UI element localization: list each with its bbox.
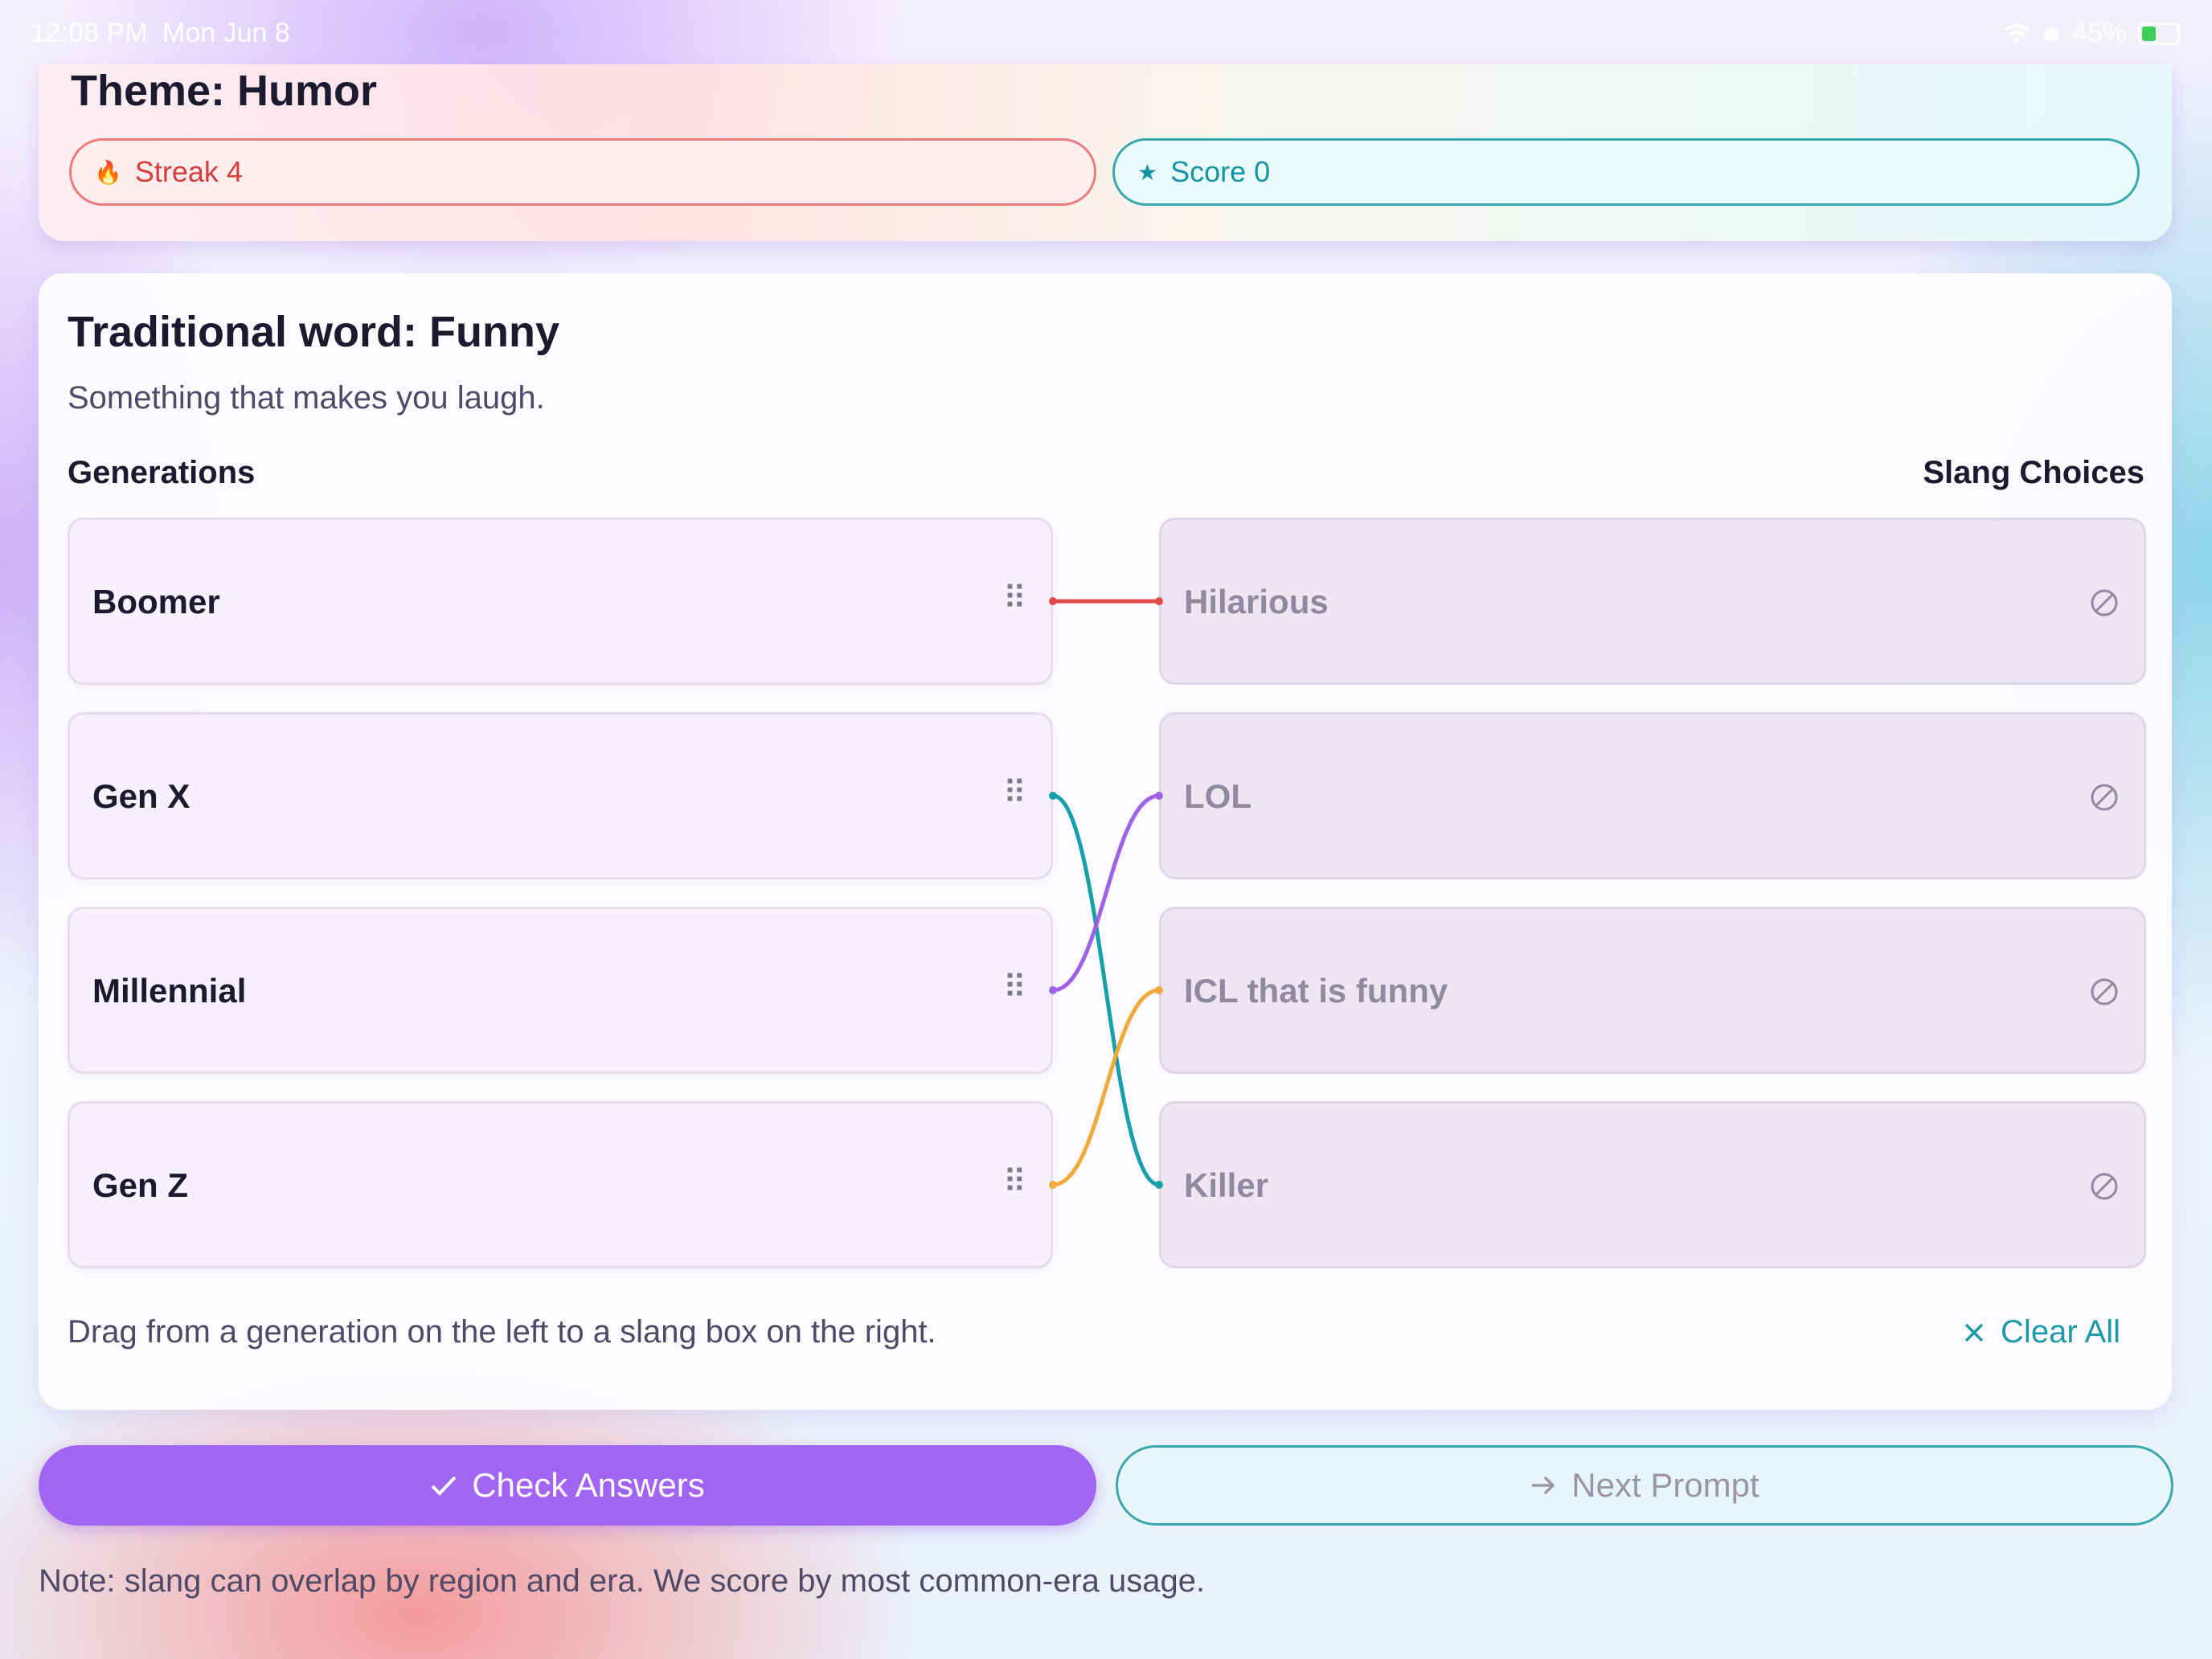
next-prompt-button[interactable]: Next Prompt [1116, 1445, 2173, 1526]
slang-item-killer[interactable]: Killer [1159, 1101, 2146, 1268]
generation-label: Boomer [92, 583, 220, 621]
drag-handle-icon[interactable]: ⠿ [1003, 583, 1026, 615]
battery-percent: 45% [2071, 18, 2127, 48]
flame-icon: 🔥 [94, 159, 122, 185]
slang-label: LOL [1184, 777, 1251, 815]
slang-label: Hilarious [1184, 583, 1329, 621]
streak-badge: 🔥 Streak 4 [69, 138, 1096, 206]
drag-hint: Drag from a generation on the left to a … [68, 1314, 936, 1350]
generation-label: Millennial [92, 972, 247, 1010]
status-bar: 12:08 PM Mon Jun 8 45% [0, 0, 2212, 64]
slang-item-lol[interactable]: LOL [1159, 712, 2146, 879]
wifi-icon [2003, 23, 2030, 43]
slang-item-hilarious[interactable]: Hilarious [1159, 518, 2146, 685]
prompt-definition: Something that makes you laugh. [68, 380, 545, 416]
disabled-icon [2091, 589, 2118, 616]
theme-title: Theme: Humor [71, 67, 378, 115]
disabled-icon [2091, 978, 2118, 1006]
generation-item-boomer[interactable]: Boomer ⠿ [68, 518, 1053, 685]
drag-handle-icon[interactable]: ⠿ [1003, 972, 1026, 1004]
slang-item-icl-that-is-funny[interactable]: ICL that is funny [1159, 907, 2146, 1074]
clear-all-button[interactable]: Clear All [1964, 1314, 2120, 1350]
status-indicators: 45% [2003, 18, 2180, 49]
generation-label: Gen Z [92, 1166, 189, 1204]
scoring-note: Note: slang can overlap by region and er… [39, 1563, 1206, 1599]
check-icon [431, 1476, 457, 1496]
check-answers-label: Check Answers [472, 1466, 705, 1504]
disabled-icon [2091, 1173, 2118, 1200]
generation-item-gen-z[interactable]: Gen Z ⠿ [68, 1101, 1053, 1268]
check-answers-button[interactable]: Check Answers [39, 1445, 1096, 1526]
slang-choices-heading: Slang Choices [1923, 455, 2144, 490]
close-icon [1964, 1323, 1984, 1342]
arrow-right-icon [1532, 1476, 1555, 1495]
drag-handle-icon[interactable]: ⠿ [1003, 777, 1026, 809]
next-prompt-label: Next Prompt [1571, 1466, 1759, 1504]
alarm-icon [2043, 27, 2058, 42]
slang-label: Killer [1184, 1166, 1269, 1204]
generations-heading: Generations [68, 455, 256, 490]
drag-handle-icon[interactable]: ⠿ [1003, 1166, 1026, 1198]
status-time: 12:08 PM [31, 18, 148, 48]
matching-card: Traditional word: Funny Something that m… [39, 273, 2172, 1410]
status-date: Mon Jun 8 [162, 18, 290, 48]
score-label: Score 0 [1170, 155, 1271, 188]
disabled-icon [2091, 784, 2118, 811]
prompt-title: Traditional word: Funny [68, 308, 559, 356]
star-icon: ★ [1137, 159, 1158, 185]
connection-line-millennial-lol [1051, 793, 1161, 993]
slang-label: ICL that is funny [1184, 972, 1448, 1010]
connection-line-gen-x-killer [1051, 793, 1161, 1187]
generation-item-gen-x[interactable]: Gen X ⠿ [68, 712, 1053, 879]
battery-icon [2138, 22, 2180, 45]
clear-all-label: Clear All [2001, 1314, 2120, 1350]
connection-line-gen-z-icl-that-is-funny [1051, 988, 1161, 1187]
header-card: Theme: Humor 🔥 Streak 4 ★ Score 0 [39, 64, 2172, 241]
generation-label: Gen X [92, 777, 190, 815]
streak-label: Streak 4 [134, 155, 243, 188]
generation-item-millennial[interactable]: Millennial ⠿ [68, 907, 1053, 1074]
score-badge: ★ Score 0 [1112, 138, 2140, 206]
